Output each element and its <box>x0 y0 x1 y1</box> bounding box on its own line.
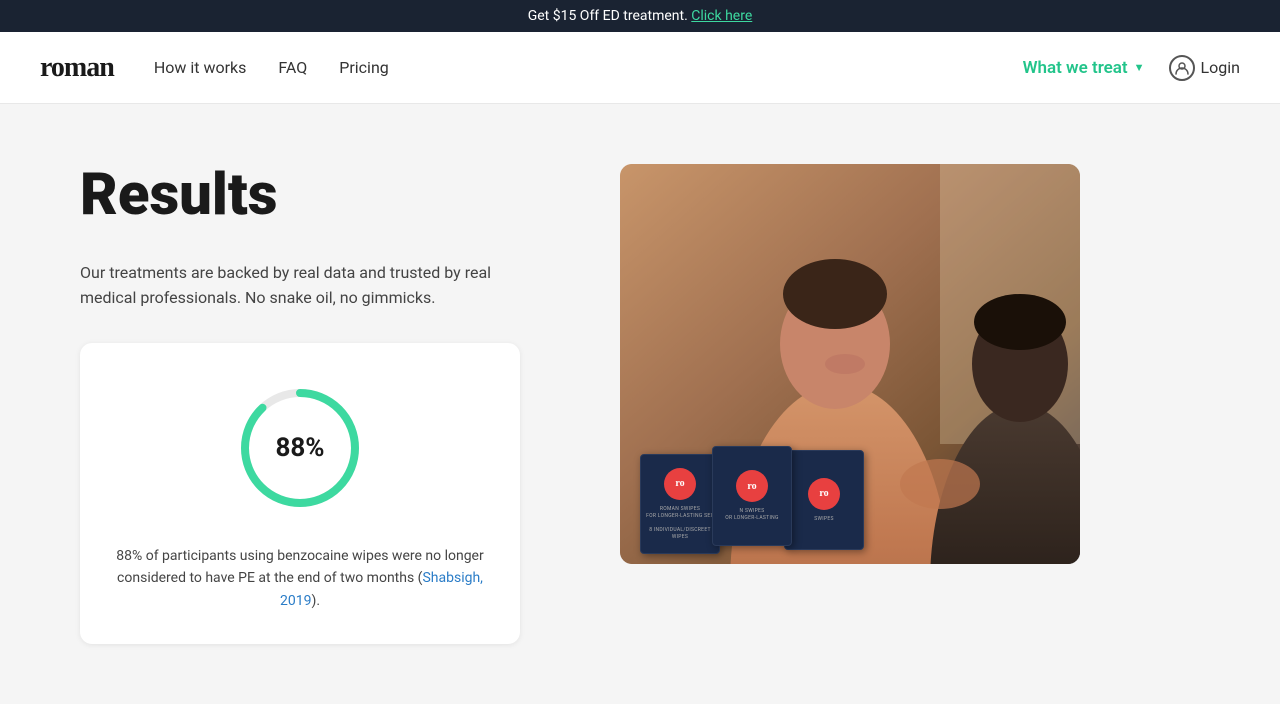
user-icon <box>1169 55 1195 81</box>
hero-subtitle: Our treatments are backed by real data a… <box>80 260 500 311</box>
product-label-3: SWIPES <box>814 516 834 523</box>
product-box-2: ro N SWIPESOR LONGER-LASTING <box>712 446 792 546</box>
product-boxes: ro ROMAN SWIPESFOR LONGER-LASTING SEX8 I… <box>640 454 856 554</box>
product-logo-3: ro <box>808 478 840 510</box>
login-label: Login <box>1201 58 1240 77</box>
hero-image: ro ROMAN SWIPESFOR LONGER-LASTING SEX8 I… <box>620 164 1080 564</box>
banner-link[interactable]: Click here <box>691 8 752 24</box>
nav-how-it-works[interactable]: How it works <box>154 58 247 77</box>
photo-background: ro ROMAN SWIPESFOR LONGER-LASTING SEX8 I… <box>620 164 1080 564</box>
banner-text: Get $15 Off ED treatment. <box>528 8 692 24</box>
product-logo-2: ro <box>736 470 768 502</box>
login-button[interactable]: Login <box>1169 55 1240 81</box>
what-we-treat-menu[interactable]: What we treat ▼ <box>1023 58 1145 78</box>
left-section: Results Our treatments are backed by rea… <box>80 164 620 644</box>
percentage-label: 88% <box>275 433 324 463</box>
chevron-down-icon: ▼ <box>1134 61 1145 74</box>
nav-right: What we treat ▼ Login <box>1023 55 1240 81</box>
logo[interactable]: roman <box>40 52 114 84</box>
progress-circle: 88% <box>235 383 365 513</box>
stat-description-end: ). <box>311 593 320 609</box>
product-box-3: ro SWIPES <box>784 450 864 550</box>
main-content: Results Our treatments are backed by rea… <box>0 104 1280 704</box>
stat-card: 88% 88% of participants using benzocaine… <box>80 343 520 644</box>
what-we-treat-label: What we treat <box>1023 58 1128 78</box>
chart-container: 88% <box>112 383 488 513</box>
product-label-1: ROMAN SWIPESFOR LONGER-LASTING SEX8 INDI… <box>641 506 719 541</box>
navigation: roman How it works FAQ Pricing What we t… <box>0 32 1280 104</box>
page-title: Results <box>80 164 580 228</box>
stat-description: 88% of participants using benzocaine wip… <box>112 545 488 612</box>
nav-links: How it works FAQ Pricing <box>154 58 389 77</box>
nav-faq[interactable]: FAQ <box>278 58 307 77</box>
product-box-1: ro ROMAN SWIPESFOR LONGER-LASTING SEX8 I… <box>640 454 720 554</box>
nav-pricing[interactable]: Pricing <box>339 58 389 77</box>
product-label-2: N SWIPESOR LONGER-LASTING <box>725 508 778 522</box>
top-banner: Get $15 Off ED treatment. Click here <box>0 0 1280 32</box>
product-logo-1: ro <box>664 468 696 500</box>
